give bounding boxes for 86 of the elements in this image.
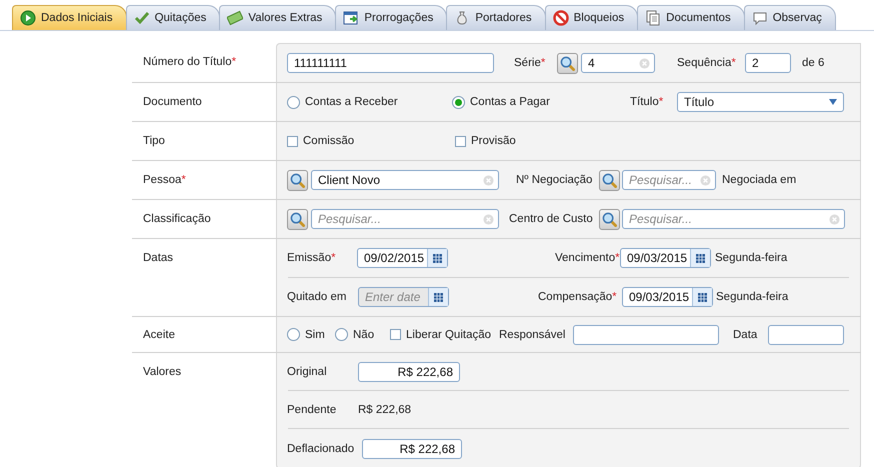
play-icon: [20, 10, 36, 26]
field-label: Deflacionado: [287, 442, 354, 454]
tab[interactable]: Bloqueios: [544, 5, 638, 30]
row-label: Documento: [143, 96, 202, 108]
radio-button[interactable]: [287, 96, 300, 108]
calendar-button[interactable]: [428, 288, 448, 306]
field-label: Data: [733, 328, 758, 340]
select-field[interactable]: Título: [677, 92, 844, 112]
checkbox[interactable]: [390, 329, 401, 340]
option-label: Comissão: [303, 135, 354, 147]
search-icon: [290, 172, 305, 188]
text-field[interactable]: 2: [745, 53, 791, 73]
field-label: Quitado em: [287, 291, 346, 303]
lookup-button[interactable]: [599, 170, 620, 190]
radio-button[interactable]: [287, 328, 300, 341]
tab[interactable]: Valores Extras: [219, 5, 336, 30]
row-label: Aceite: [143, 328, 175, 340]
calendar-button[interactable]: [692, 288, 712, 306]
option-label: Liberar Quitação: [406, 328, 492, 340]
search-field[interactable]: Pesquisar...: [622, 170, 716, 190]
calendar-icon: [698, 292, 707, 302]
row-label: Classificação: [143, 213, 211, 225]
field-label: Título*: [630, 96, 664, 108]
option-label: Provisão: [471, 135, 516, 147]
field-label: Série*: [514, 57, 546, 69]
amount-field[interactable]: R$ 222,68: [362, 438, 462, 458]
calendar-icon: [696, 254, 705, 262]
row-label: Valores: [143, 366, 182, 378]
tab[interactable]: Portadores: [446, 5, 546, 30]
tab[interactable]: Observaç: [744, 5, 836, 30]
text-field[interactable]: 111111111: [287, 53, 494, 73]
field-label: Segunda-feira: [715, 252, 788, 264]
lookup-button[interactable]: [287, 208, 308, 230]
field-label: de 6: [802, 57, 824, 69]
field-label: Negociada em: [722, 174, 796, 186]
row-label: Tipo: [143, 135, 165, 147]
documents-icon: [645, 10, 662, 26]
row-label: Número do Título*: [143, 56, 236, 68]
tab[interactable]: Prorrogações: [335, 5, 448, 30]
calendar-icon: [434, 292, 443, 302]
tab[interactable]: Quitações: [126, 5, 220, 30]
tab[interactable]: Documentos: [637, 5, 745, 30]
text-field[interactable]: [573, 324, 719, 344]
amount-field[interactable]: R$ 222,68: [358, 362, 460, 382]
field-label: Responsável: [499, 328, 566, 340]
row-label: Pessoa*: [143, 174, 186, 186]
search-icon: [560, 56, 575, 70]
calendar-button[interactable]: [427, 249, 447, 267]
search-field[interactable]: Pesquisar...: [311, 209, 499, 229]
no-entry-icon: [552, 10, 569, 26]
calendar-icon: [343, 10, 360, 26]
search-icon: [602, 172, 617, 188]
search-field[interactable]: Client Novo: [311, 170, 499, 190]
field-label: Emissão*: [287, 252, 336, 264]
checkbox[interactable]: [455, 136, 466, 146]
field-label: Nº Negociação: [516, 174, 592, 186]
speech-bubble-icon: [752, 10, 768, 26]
field-label: Pendente: [287, 404, 336, 416]
tab[interactable]: Dados Iniciais: [12, 5, 127, 30]
row-label: Datas: [143, 252, 174, 264]
option-label: Sim: [305, 328, 325, 340]
field-label: R$ 222,68: [358, 404, 412, 416]
radio-button[interactable]: [335, 328, 348, 341]
radio-button[interactable]: [452, 96, 465, 108]
lookup-button[interactable]: [599, 208, 620, 230]
option-label: Contas a Pagar: [470, 96, 550, 108]
field-label: Vencimento*: [555, 252, 620, 264]
search-icon: [602, 212, 617, 226]
field-label: Compensação*: [538, 291, 617, 303]
checkbox[interactable]: [287, 136, 298, 146]
checkmark-icon: [134, 10, 150, 26]
field-label: Original: [287, 366, 327, 378]
field-label: Sequência*: [677, 57, 736, 69]
calendar-icon: [433, 254, 442, 262]
search-field[interactable]: 4: [581, 53, 655, 73]
caret-icon: [829, 99, 837, 105]
search-field[interactable]: Pesquisar...: [622, 209, 845, 229]
lookup-button[interactable]: [557, 52, 578, 74]
text-field[interactable]: [768, 324, 844, 344]
search-icon: [290, 212, 305, 226]
lookup-button[interactable]: [287, 170, 308, 190]
field-label: Segunda-feira: [716, 291, 788, 303]
calendar-button[interactable]: [690, 249, 710, 267]
option-label: Não: [353, 328, 374, 340]
option-label: Contas a Receber: [305, 96, 398, 108]
field-label: Centro de Custo: [509, 213, 593, 225]
